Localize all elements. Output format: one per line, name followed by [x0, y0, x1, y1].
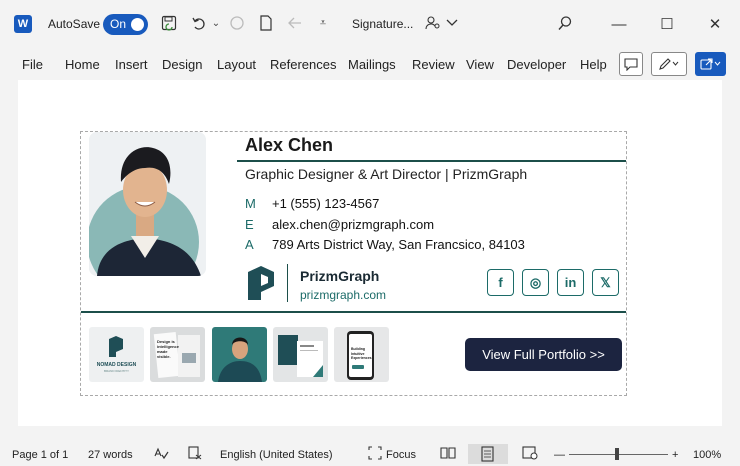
comment-icon — [624, 57, 638, 71]
prizmgraph-logo-icon — [248, 266, 274, 300]
undo-dropdown-icon[interactable]: ⌄ — [205, 12, 227, 34]
portfolio-thumbnail[interactable] — [212, 327, 267, 382]
x-icon[interactable]: 𝕏 — [592, 269, 619, 296]
maximize-button[interactable]: ☐ — [655, 12, 679, 36]
share-button[interactable] — [695, 52, 726, 76]
new-doc-icon[interactable] — [255, 12, 277, 34]
zoom-in-button[interactable]: + — [672, 449, 678, 461]
save-icon[interactable] — [158, 12, 180, 34]
toggle-knob — [131, 18, 144, 31]
comments-button[interactable] — [619, 52, 643, 76]
chevron-down-icon[interactable] — [441, 12, 463, 34]
address-text: 789 Arts District Way, San Francsico, 84… — [272, 237, 525, 252]
print-layout-icon — [481, 446, 494, 462]
mobile-label: M — [245, 196, 256, 211]
linkedin-icon[interactable]: in — [557, 269, 584, 296]
document-title[interactable]: Signature... — [352, 17, 413, 31]
portfolio-thumbnail[interactable]: NOMAD DESIGN BRAND IDENTITY — [89, 327, 144, 382]
tab-file[interactable]: File — [22, 57, 43, 72]
autosave-state: On — [110, 17, 127, 31]
profile-photo — [89, 132, 206, 276]
tab-view[interactable]: View — [466, 57, 494, 72]
thumbnail-caption: Design is intelligence made visible. — [157, 339, 180, 359]
thumbnail-caption: NOMAD DESIGN — [96, 362, 137, 368]
brand-name: PrizmGraph — [300, 268, 380, 284]
tab-developer[interactable]: Developer — [507, 57, 566, 72]
thumbnail-subcaption: BRAND IDENTITY — [103, 369, 129, 373]
minimize-button[interactable]: — — [607, 12, 631, 36]
instagram-icon[interactable]: ◎ — [522, 269, 549, 296]
zoom-level[interactable]: 100% — [693, 449, 721, 461]
read-mode-icon[interactable] — [440, 446, 456, 463]
job-title: Graphic Designer & Art Director | PrizmG… — [245, 166, 528, 182]
web-layout-icon[interactable] — [522, 446, 538, 463]
autosave-toggle[interactable]: On — [103, 14, 148, 35]
tab-home[interactable]: Home — [65, 57, 100, 72]
focus-label[interactable]: Focus — [386, 449, 416, 461]
tab-insert[interactable]: Insert — [115, 57, 148, 72]
view-portfolio-button[interactable]: View Full Portfolio >> — [465, 338, 622, 371]
tab-review[interactable]: Review — [412, 57, 455, 72]
email-label: E — [245, 217, 254, 232]
portfolio-thumbnail[interactable]: Building Intuitive Experiences — [334, 327, 389, 382]
email-link[interactable]: alex.chen@prizmgraph.com — [272, 217, 434, 232]
title-bar: W AutoSave On ⌄ ⩡ Signature... — ☐ ✕ — [0, 0, 740, 48]
page-count[interactable]: Page 1 of 1 — [12, 449, 68, 461]
logo-divider — [287, 264, 288, 302]
tab-design[interactable]: Design — [162, 57, 202, 72]
proofing-icon[interactable] — [153, 446, 169, 463]
header-divider — [237, 160, 626, 162]
redo-icon[interactable] — [226, 12, 248, 34]
print-layout-button[interactable] — [468, 444, 508, 464]
tab-layout[interactable]: Layout — [217, 57, 256, 72]
facebook-icon[interactable]: f — [487, 269, 514, 296]
language-indicator[interactable]: English (United States) — [220, 449, 333, 461]
brand-url[interactable]: prizmgraph.com — [300, 288, 386, 302]
focus-icon[interactable] — [368, 446, 382, 463]
footer-divider — [81, 311, 626, 313]
tab-references[interactable]: References — [270, 57, 336, 72]
portfolio-thumbnail[interactable]: Design is intelligence made visible. — [150, 327, 205, 382]
customize-icon[interactable]: ⩡ — [312, 12, 334, 34]
editing-mode-button[interactable] — [651, 52, 687, 76]
tab-help[interactable]: Help — [580, 57, 607, 72]
pen-icon — [659, 58, 679, 70]
zoom-slider-handle[interactable] — [615, 448, 619, 460]
thumbnail-caption: Building Intuitive Experiences — [351, 347, 372, 360]
mobile-number[interactable]: +1 (555) 123-4567 — [272, 196, 379, 211]
word-count[interactable]: 27 words — [88, 449, 133, 461]
zoom-out-button[interactable]: — — [554, 449, 565, 461]
autosave-label: AutoSave — [48, 17, 101, 31]
address-label: A — [245, 237, 254, 252]
accessibility-icon[interactable] — [188, 446, 202, 463]
back-icon[interactable] — [284, 12, 306, 34]
portfolio-thumbnail[interactable] — [273, 327, 328, 382]
search-icon[interactable] — [554, 12, 576, 34]
share-icon — [699, 58, 720, 70]
signature-name: Alex Chen — [245, 135, 334, 155]
word-app-icon: W — [14, 15, 32, 33]
tab-mailings[interactable]: Mailings — [348, 57, 396, 72]
close-button[interactable]: ✕ — [703, 12, 727, 36]
